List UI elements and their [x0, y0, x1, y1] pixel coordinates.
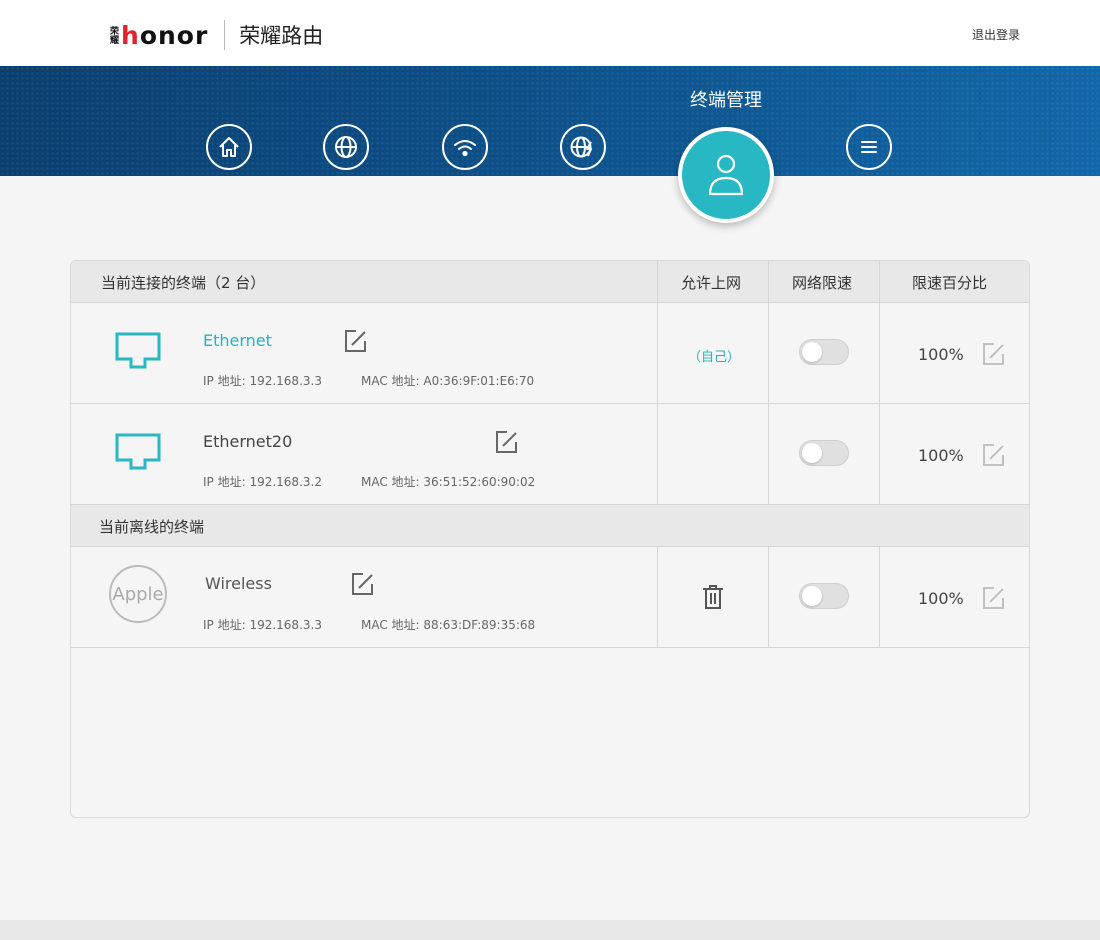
wifi-icon [454, 140, 476, 157]
nav-speed-button[interactable] [560, 124, 606, 170]
speed-limit-toggle[interactable] [799, 339, 849, 365]
nav-internet-button[interactable] [323, 124, 369, 170]
honor-logo: 荣耀 honor [106, 21, 208, 50]
device-name[interactable]: Ethernet [203, 331, 272, 350]
brand-text: honor [121, 20, 209, 50]
device-mac: MAC 地址: 36:51:52:60:90:02 [361, 475, 536, 489]
nav-wifi-button[interactable] [442, 124, 488, 170]
table-row: Ethernet20 IP 地址: 192.168.3.2 MAC 地址: 36… [71, 404, 1029, 505]
device-mac: MAC 地址: A0:36:9F:01:E6:70 [361, 374, 535, 388]
apple-logo-text: Apple [112, 583, 164, 605]
apple-logo: Apple [109, 565, 167, 623]
edit-icon[interactable] [495, 430, 519, 454]
device-name[interactable]: Wireless [205, 574, 272, 593]
offline-section-label: 当前离线的终端 [99, 518, 205, 536]
home-icon [219, 137, 239, 157]
brand-cn-small: 荣耀 [108, 26, 118, 44]
allow-internet-self: （自己） [688, 350, 741, 365]
footer-strip [0, 920, 1100, 940]
device-name[interactable]: Ethernet20 [203, 432, 292, 451]
product-name: 荣耀路由 [239, 24, 324, 48]
edit-percent-icon[interactable] [983, 343, 1005, 365]
speed-percent: 100% [918, 589, 964, 608]
speed-limit-toggle[interactable] [799, 440, 849, 466]
nav-home-button[interactable] [206, 124, 252, 170]
device-ip: IP 地址: 192.168.3.3 [203, 618, 322, 632]
edit-icon[interactable] [344, 329, 368, 353]
header-allow-internet: 允许上网 [681, 274, 742, 292]
edit-icon[interactable] [351, 572, 375, 596]
device-mac: MAC 地址: 88:63:DF:89:35:68 [361, 618, 536, 632]
monitor-icon [115, 433, 161, 470]
header-connected: 当前连接的终端（2 台） [101, 274, 266, 292]
monitor-icon [115, 332, 161, 369]
device-ip: IP 地址: 192.168.3.2 [203, 475, 322, 489]
devices-table: 当前连接的终端（2 台） 允许上网 网络限速 限速百分比 Ethernet IP… [70, 260, 1030, 818]
globe-icon [335, 136, 357, 158]
offline-section-header: 当前离线的终端 [71, 505, 1029, 547]
table-row: Ethernet IP 地址: 192.168.3.3 MAC 地址: A0:3… [71, 303, 1029, 404]
edit-percent-icon[interactable] [983, 587, 1005, 609]
header-speed-limit: 网络限速 [792, 274, 853, 292]
speed-limit-toggle[interactable] [799, 583, 849, 609]
trash-icon[interactable] [701, 584, 725, 610]
table-row: Apple Wireless IP 地址: 192.168.3.3 MAC 地址… [71, 547, 1029, 648]
globe-speed-icon [570, 136, 592, 158]
logo-divider [224, 20, 226, 50]
menu-icon [861, 141, 877, 153]
edit-percent-icon[interactable] [983, 444, 1005, 466]
speed-percent: 100% [918, 345, 964, 364]
speed-percent: 100% [918, 446, 964, 465]
nav-banner [0, 66, 1100, 176]
logout-link[interactable]: 退出登录 [972, 26, 1020, 43]
device-ip: IP 地址: 192.168.3.3 [203, 374, 322, 388]
top-bar: 荣耀 honor 荣耀路由 退出登录 [0, 0, 1100, 66]
nav-more-button[interactable] [846, 124, 892, 170]
header-speed-percent: 限速百分比 [912, 274, 988, 292]
active-nav-title: 终端管理 [690, 90, 762, 111]
nav-devices-button[interactable] [678, 127, 774, 223]
user-icon [708, 154, 744, 196]
table-header: 当前连接的终端（2 台） 允许上网 网络限速 限速百分比 [71, 261, 1029, 303]
brand-logo: 荣耀 honor 荣耀路由 [106, 20, 323, 50]
